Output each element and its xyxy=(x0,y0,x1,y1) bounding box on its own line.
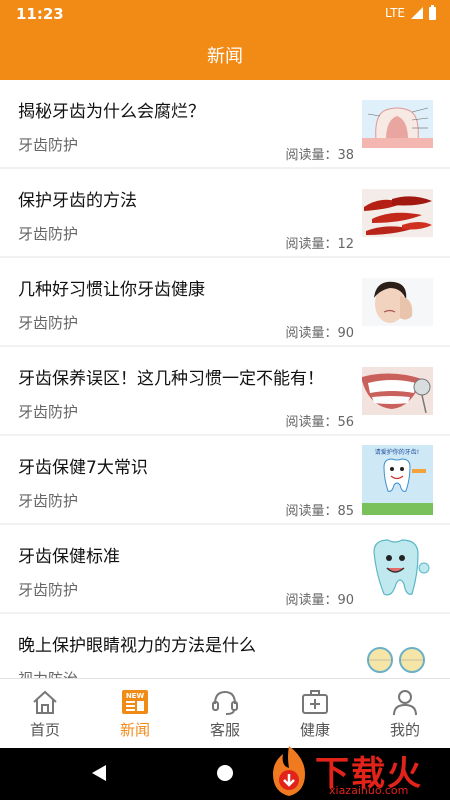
news-title: 保护牙齿的方法 xyxy=(18,191,137,211)
news-title: 牙齿保养误区！这几种习惯一定不能有！ xyxy=(18,369,324,389)
title-bar: 新闻 xyxy=(0,28,450,80)
bottom-tab-bar: 首页 NEW 新闻 客服 健康 我的 xyxy=(0,678,450,749)
news-category: 牙齿防护 xyxy=(18,314,79,332)
watermark-url: xiazaihuo.com xyxy=(329,784,409,797)
read-count: 阅读量：12 xyxy=(285,237,354,252)
tab-service[interactable]: 客服 xyxy=(180,679,270,749)
read-count: 阅读量：90 xyxy=(285,326,354,341)
tab-mine[interactable]: 我的 xyxy=(360,679,450,749)
news-icon: NEW xyxy=(122,690,148,714)
tab-label: 新闻 xyxy=(119,721,150,739)
news-item[interactable]: 牙齿保健7大常识 牙齿防护 阅读量：85 请爱护你的牙齿! xyxy=(0,436,450,523)
news-title: 牙齿保健7大常识 xyxy=(18,458,148,478)
signal-icon xyxy=(411,7,423,19)
red-peppers-image xyxy=(362,189,433,237)
tab-home[interactable]: 首页 xyxy=(0,679,90,749)
news-category: 牙齿防护 xyxy=(18,581,79,599)
watermark-logo: 下载火 xiazaihuo.com xyxy=(265,742,450,800)
tab-news[interactable]: NEW 新闻 xyxy=(90,679,180,749)
page-title: 新闻 xyxy=(207,46,243,67)
news-category: 牙齿防护 xyxy=(18,136,79,154)
battery-icon xyxy=(429,4,436,20)
user-icon xyxy=(393,690,417,716)
news-item[interactable]: 晚上保护眼睛视力的方法是什么 视力防治 xyxy=(0,614,450,678)
news-item[interactable]: 揭秘牙齿为什么会腐烂？ 牙齿防护 阅读量：38 xyxy=(0,80,450,167)
headset-icon xyxy=(212,690,238,715)
home-icon xyxy=(33,690,57,714)
tab-label: 我的 xyxy=(389,721,420,739)
cartoon-tooth-brush-image: 请爱护你的牙齿! xyxy=(362,445,433,515)
home-nav-icon[interactable] xyxy=(217,765,233,781)
tab-label: 首页 xyxy=(29,721,60,739)
back-nav-icon[interactable] xyxy=(92,765,106,781)
news-title: 晚上保护眼睛视力的方法是什么 xyxy=(18,636,256,656)
tab-news-badge: NEW xyxy=(126,692,145,700)
tab-label: 健康 xyxy=(299,721,330,739)
news-item[interactable]: 牙齿保健标准 牙齿防护 阅读量：90 xyxy=(0,525,450,612)
news-category: 牙齿防护 xyxy=(18,492,79,510)
tooth-anatomy-image xyxy=(362,100,433,148)
status-indicators: LTE xyxy=(385,4,436,20)
news-title: 几种好习惯让你牙齿健康 xyxy=(18,280,205,300)
news-category: 视力防治 xyxy=(18,668,78,678)
tab-label: 客服 xyxy=(209,721,240,739)
news-title: 牙齿保健标准 xyxy=(18,547,120,567)
teeth-mirror-image xyxy=(362,367,433,415)
read-count: 阅读量：85 xyxy=(285,504,354,519)
news-list[interactable]: 揭秘牙齿为什么会腐烂？ 牙齿防护 阅读量：38 保护牙齿的方法 牙齿防护 阅读量… xyxy=(0,80,450,678)
news-item[interactable]: 保护牙齿的方法 牙齿防护 阅读量：12 xyxy=(0,169,450,256)
read-count: 阅读量：56 xyxy=(285,415,354,430)
news-item[interactable]: 几种好习惯让你牙齿健康 牙齿防护 阅读量：90 xyxy=(0,258,450,345)
eye-diagram-image xyxy=(362,634,433,678)
network-label: LTE xyxy=(385,6,405,20)
status-time: 11:23 xyxy=(16,5,64,23)
read-count: 阅读量：90 xyxy=(285,593,354,608)
read-count: 阅读量：38 xyxy=(285,148,354,163)
news-category: 牙齿防护 xyxy=(18,403,79,421)
news-category: 牙齿防护 xyxy=(18,225,79,243)
thumb-caption: 请爱护你的牙齿! xyxy=(375,448,419,456)
flame-logo-icon xyxy=(273,746,305,796)
news-title: 揭秘牙齿为什么会腐烂？ xyxy=(18,102,205,122)
toothache-woman-image xyxy=(362,278,433,326)
tab-health[interactable]: 健康 xyxy=(270,679,360,749)
status-bar: 11:23 LTE xyxy=(0,0,450,28)
news-item[interactable]: 牙齿保养误区！这几种习惯一定不能有！ 牙齿防护 阅读量：56 xyxy=(0,347,450,434)
cartoon-tooth-image xyxy=(362,534,433,604)
medical-kit-icon xyxy=(302,690,328,714)
